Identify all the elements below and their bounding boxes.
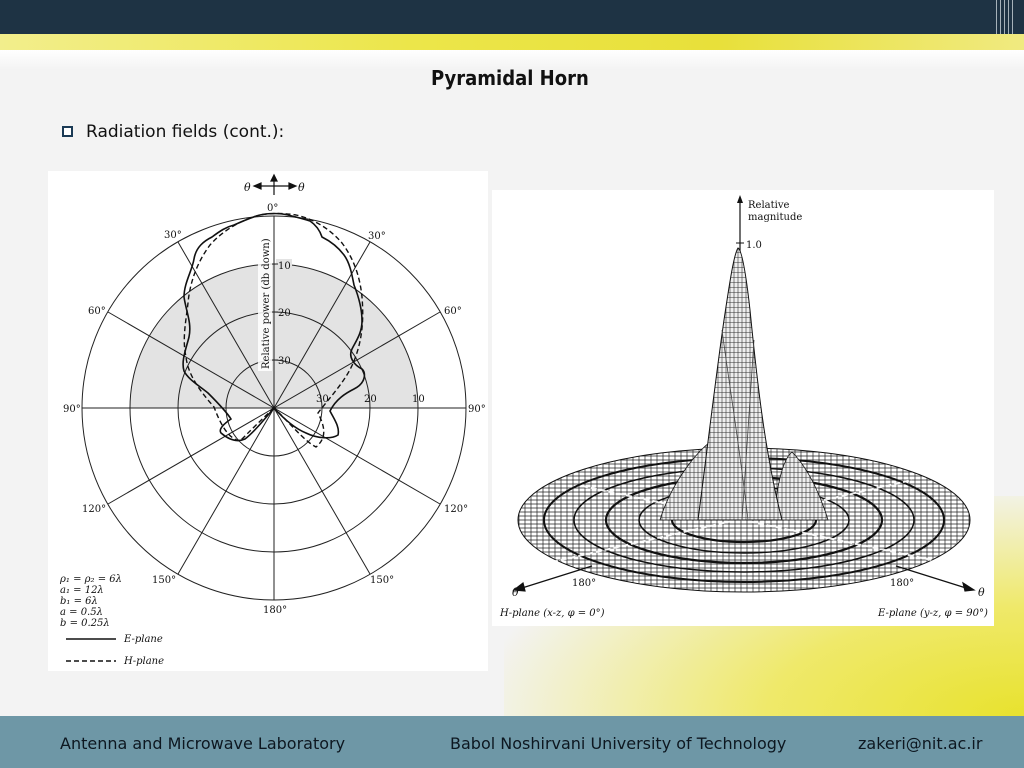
left-theta-label: θ	[512, 586, 519, 599]
angle-label: 60°	[88, 306, 106, 317]
polar-axis-label: Relative power (db down)	[261, 238, 272, 369]
right-theta-label: θ	[978, 586, 985, 599]
angle-label: 120°	[444, 504, 468, 515]
horizontal-label: 30	[316, 394, 329, 405]
decorative-stripes	[996, 0, 1016, 34]
accent-band	[0, 34, 1024, 50]
radial-label: 30	[278, 356, 291, 367]
h-plane-legend-label: H-plane	[123, 656, 164, 667]
param-text: b = 0.25λ	[60, 618, 110, 629]
z-axis-label: magnitude	[748, 212, 802, 223]
angle-label: 120°	[82, 504, 106, 515]
3d-surface-svg: Relative magnitude 1.0 180° 180° θ θ H-p…	[499, 195, 988, 619]
param-text: a = 0.5λ	[60, 607, 103, 618]
footer-lab: Antenna and Microwave Laboratory	[60, 734, 346, 753]
e-plane-legend-label: E-plane	[123, 634, 163, 645]
horizontal-label: 20	[364, 394, 377, 405]
slide-title: Pyramidal Horn	[431, 66, 589, 90]
bullet-checkbox-icon	[62, 126, 73, 137]
footer-bar: Antenna and Microwave Laboratory Babol N…	[0, 716, 1024, 768]
angle-label: 180°	[263, 605, 287, 616]
bullet-text: Radiation fields (cont.):	[86, 122, 285, 142]
angle-label: 30°	[368, 231, 386, 242]
radial-label: 10	[278, 261, 291, 272]
horizontal-label: 10	[412, 394, 425, 405]
radial-label: 20	[278, 308, 291, 319]
angle-label: 60°	[444, 306, 462, 317]
polar-pattern-svg: θ θ 0° 30° 30° 60° 60° 90° 90° 120° 120°…	[59, 173, 486, 667]
footer-university: Babol Noshirvani University of Technolog…	[450, 734, 787, 753]
left-angle-label: 180°	[572, 578, 596, 589]
top-bar	[0, 0, 1024, 34]
param-text: b₁ = 6λ	[60, 596, 98, 607]
polar-pattern-figure: θ θ 0° 30° 30° 60° 60° 90° 90° 120° 120°…	[48, 171, 488, 671]
angle-label: 0°	[267, 203, 278, 214]
3d-surface-figure: Relative magnitude 1.0 180° 180° θ θ H-p…	[492, 190, 994, 626]
angle-label: 90°	[63, 404, 81, 415]
param-text: ρ₁ = ρ₂ = 6λ	[59, 574, 122, 585]
angle-label: 150°	[370, 575, 394, 586]
angle-label: 30°	[164, 230, 182, 241]
angle-label: 150°	[152, 575, 176, 586]
h-plane-caption: H-plane (x-z, φ = 0°)	[499, 608, 605, 619]
z-axis-label: Relative	[748, 200, 789, 211]
footer-email: zakeri@nit.ac.ir	[858, 734, 983, 753]
main-lobe	[697, 247, 783, 521]
peak-label: 1.0	[746, 240, 762, 251]
right-angle-label: 180°	[890, 578, 914, 589]
e-plane-caption: E-plane (y-z, φ = 90°)	[877, 608, 988, 619]
param-text: a₁ = 12λ	[60, 585, 104, 596]
theta-left-label: θ	[244, 181, 251, 194]
theta-right-label: θ	[298, 181, 305, 194]
angle-label: 90°	[468, 404, 486, 415]
